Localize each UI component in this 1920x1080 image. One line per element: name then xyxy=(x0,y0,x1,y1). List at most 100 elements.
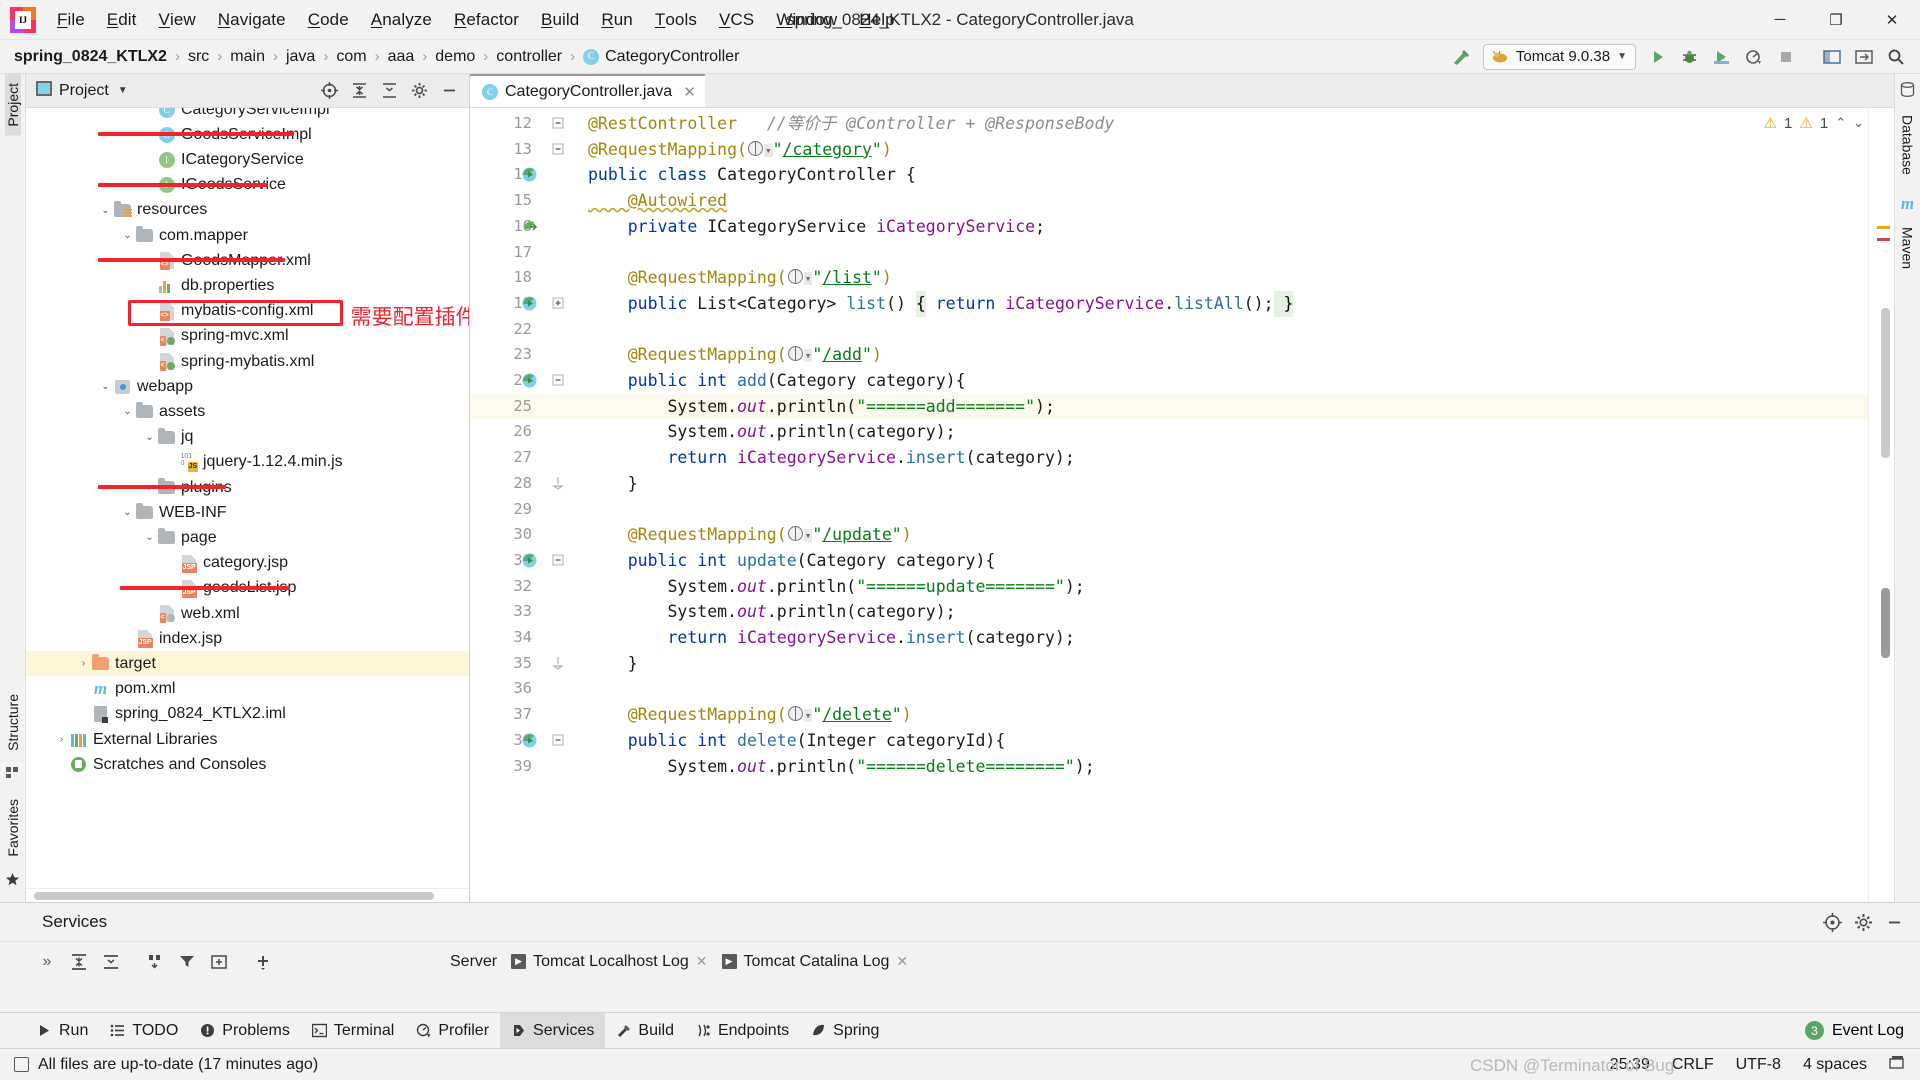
hide-panel-icon[interactable] xyxy=(435,78,463,104)
tree-item-spring-0824-ktlx2-iml[interactable]: spring_0824_KTLX2.iml xyxy=(26,702,469,727)
menu-item-help[interactable]: Help xyxy=(848,0,905,39)
expand-all-icon[interactable] xyxy=(96,948,126,976)
run-button[interactable] xyxy=(1643,43,1672,70)
run-with-coverage-button[interactable] xyxy=(1707,43,1736,70)
breadcrumb-item-com[interactable]: com xyxy=(336,48,366,66)
gear-icon[interactable] xyxy=(1849,909,1877,935)
code-fold-fold-end[interactable] xyxy=(551,656,564,670)
sidebar-item-favorites[interactable]: Favorites xyxy=(5,790,21,866)
build-hammer-icon[interactable] xyxy=(1446,44,1476,70)
collapse-all-icon[interactable] xyxy=(64,948,94,976)
warning-marker[interactable] xyxy=(1877,226,1890,229)
url-globe-icon[interactable]: ▾ xyxy=(747,136,773,164)
code-fold-fold-minus[interactable] xyxy=(551,143,564,156)
search-everywhere-icon[interactable] xyxy=(1817,43,1846,70)
gutter-class-run-icon[interactable] xyxy=(521,166,538,183)
collapse-all-icon[interactable] xyxy=(345,78,373,104)
breadcrumb-item-src[interactable]: src xyxy=(188,48,209,66)
group-by-icon[interactable] xyxy=(140,948,170,976)
tree-item-com-mapper[interactable]: ⌄ com.mapper xyxy=(26,223,469,248)
menu-item-analyze[interactable]: Analyze xyxy=(360,0,443,39)
close-button[interactable]: ✕ xyxy=(1864,0,1920,39)
tree-expander[interactable]: ⌄ xyxy=(98,381,113,392)
gutter-class-run-icon[interactable] xyxy=(521,295,538,312)
tree-item-plugins[interactable]: ›plugins xyxy=(26,475,469,500)
code-fold-fold-minus[interactable] xyxy=(551,734,564,747)
tree-item-pom-xml[interactable]: m pom.xml xyxy=(26,677,469,702)
error-marker[interactable] xyxy=(1877,238,1890,241)
breadcrumb-item-java[interactable]: java xyxy=(286,48,315,66)
tool-window-profiler[interactable]: Profiler xyxy=(405,1013,500,1048)
code-fold-fold-end[interactable] xyxy=(551,476,564,490)
gutter-class-run-icon[interactable] xyxy=(521,732,538,749)
menu-item-refactor[interactable]: Refactor xyxy=(443,0,530,39)
tree-expander[interactable]: ⌄ xyxy=(142,432,157,443)
indent-setting[interactable]: 4 spaces xyxy=(1803,1056,1867,1074)
menu-item-view[interactable]: View xyxy=(148,0,207,39)
menu-item-edit[interactable]: Edit xyxy=(96,0,148,39)
url-globe-icon[interactable]: ▾ xyxy=(787,701,813,729)
git-branch-icon[interactable] xyxy=(1889,1055,1906,1075)
filter-icon[interactable] xyxy=(172,948,202,976)
tool-window-endpoints[interactable]: Endpoints xyxy=(685,1013,800,1048)
tool-window-services[interactable]: Services xyxy=(500,1013,606,1048)
expand-all-icon[interactable] xyxy=(375,78,403,104)
maximize-button[interactable]: ❐ xyxy=(1808,0,1864,39)
breadcrumb-item-spring-0824-ktlx2[interactable]: spring_0824_KTLX2 xyxy=(14,48,167,66)
code-fold-fold-minus[interactable] xyxy=(551,374,564,387)
tree-item-index-jsp[interactable]: JSP index.jsp xyxy=(26,626,469,651)
tree-item-jquery-1-12-4-min-js[interactable]: 101 0 JS jquery-1.12.4.min.js xyxy=(26,450,469,475)
stop-button[interactable] xyxy=(1771,43,1800,70)
tree-expander[interactable]: ⌄ xyxy=(120,230,135,241)
tree-item-spring-mvc-xml[interactable]: < spring-mvc.xml xyxy=(26,324,469,349)
next-issue-icon[interactable]: ⌄ xyxy=(1853,115,1864,131)
add-service-icon[interactable] xyxy=(248,948,278,976)
event-log-area[interactable]: 3 Event Log xyxy=(1804,1021,1920,1040)
breadcrumb-item-controller[interactable]: controller xyxy=(496,48,562,66)
tree-expander[interactable]: › xyxy=(54,734,69,745)
hide-services-icon[interactable] xyxy=(1880,909,1908,935)
editor-scroll-thumb[interactable] xyxy=(1881,588,1890,658)
url-globe-icon[interactable]: ▾ xyxy=(787,264,813,292)
minimize-button[interactable]: ─ xyxy=(1752,0,1808,39)
project-horizontal-scrollbar[interactable] xyxy=(26,888,469,902)
menu-item-file[interactable]: File xyxy=(46,0,96,39)
project-tree[interactable]: CCategoryServiceImplCGoodsServiceImplIIC… xyxy=(26,108,469,888)
close-icon[interactable]: ✕ xyxy=(696,953,708,970)
sidebar-item-maven[interactable]: Maven xyxy=(1900,218,1916,278)
tree-expander[interactable]: › xyxy=(76,658,91,669)
gear-icon[interactable] xyxy=(405,78,433,104)
tool-window-build[interactable]: Build xyxy=(605,1013,685,1048)
menu-item-vcs[interactable]: V CS xyxy=(708,0,765,39)
tree-expander[interactable]: ⌄ xyxy=(98,205,113,216)
file-encoding[interactable]: UTF-8 xyxy=(1736,1056,1781,1074)
run-configuration-selector[interactable]: Tomcat 9.0.38 ▼ xyxy=(1482,43,1636,70)
url-globe-icon[interactable]: ▾ xyxy=(787,341,813,369)
settings-target-icon[interactable] xyxy=(1818,909,1846,935)
tool-window-todo[interactable]: TODO xyxy=(99,1013,189,1048)
menu-item-tools[interactable]: Tools xyxy=(644,0,708,39)
sidebar-item-project[interactable]: Project xyxy=(4,74,21,136)
prev-issue-icon[interactable]: ⌃ xyxy=(1835,115,1846,131)
tree-item-categoryserviceimpl[interactable]: C CategoryServiceImpl xyxy=(26,108,469,122)
close-icon[interactable]: ✕ xyxy=(896,953,908,970)
code-editor[interactable]: 1213141516171819222324252627282930313233… xyxy=(470,108,1894,902)
code-fold-fold-minus[interactable] xyxy=(551,117,564,130)
tree-item-spring-mybatis-xml[interactable]: < spring-mybatis.xml xyxy=(26,349,469,374)
editor-gutter[interactable]: 1213141516171819222324252627282930313233… xyxy=(470,108,578,902)
services-tab-tomcat-catalina-log[interactable]: ▶ Tomcat Catalina Log ✕ xyxy=(721,953,908,971)
menu-item-code[interactable]: Code xyxy=(297,0,360,39)
close-icon[interactable]: ✕ xyxy=(683,83,696,101)
chevron-down-icon[interactable]: ▼ xyxy=(118,85,128,96)
gutter-class-run-icon[interactable] xyxy=(521,552,538,569)
tool-window-run[interactable]: Run xyxy=(26,1013,99,1048)
tree-item-web-inf[interactable]: ⌄ WEB-INF xyxy=(26,500,469,525)
editor-vertical-scrollbar[interactable] xyxy=(1881,308,1890,458)
tree-item-jq[interactable]: ⌄ jq xyxy=(26,425,469,450)
debug-button[interactable] xyxy=(1675,43,1704,70)
url-globe-icon[interactable]: ▾ xyxy=(787,521,813,549)
breadcrumb-item-main[interactable]: main xyxy=(230,48,265,66)
sidebar-item-database[interactable]: Database xyxy=(1900,106,1916,184)
tree-item-assets[interactable]: ⌄ assets xyxy=(26,399,469,424)
tree-item-target[interactable]: › target xyxy=(26,651,469,677)
